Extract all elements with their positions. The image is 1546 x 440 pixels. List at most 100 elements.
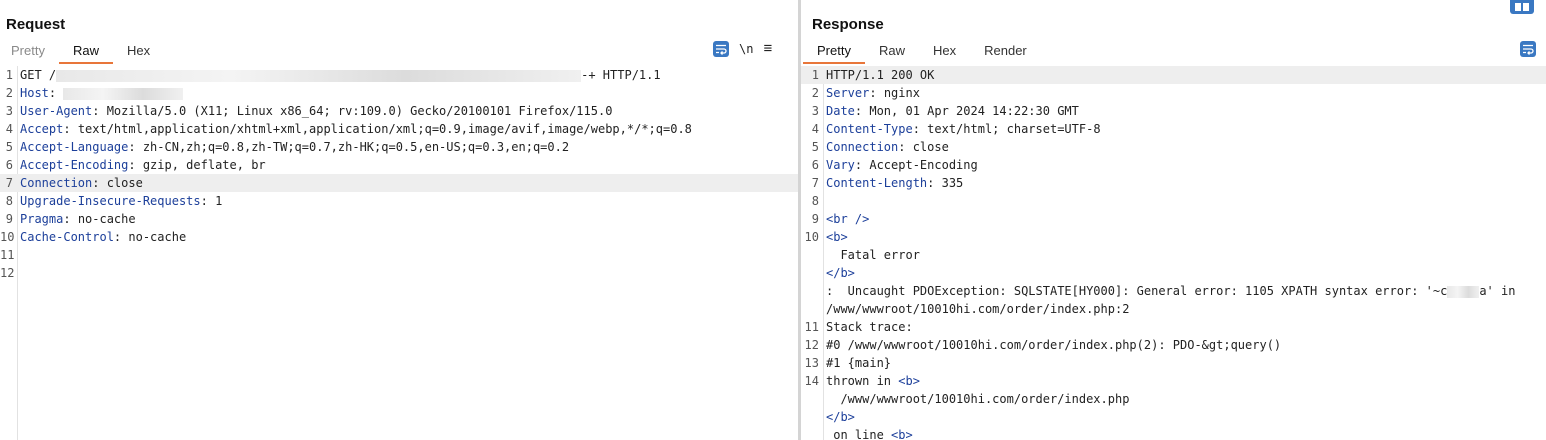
line-content: <br /> bbox=[826, 210, 869, 228]
response-editor[interactable]: 1 HTTP/1.1 200 OK 2 Server: nginx 3 Date: Mon… bbox=[801, 66, 1546, 440]
header-name: Cache-Control bbox=[20, 230, 114, 244]
line-suffix: a' in bbox=[1479, 284, 1516, 298]
redacted-region bbox=[1447, 285, 1480, 298]
response-tabs: Pretty Raw Hex Render bbox=[803, 40, 1041, 64]
code-line: : Uncaught PDOException: SQLSTATE[HY000]… bbox=[801, 282, 1546, 300]
code-line: 9 Pragma: no-cache bbox=[0, 210, 798, 228]
line-number: 7 bbox=[5, 176, 13, 190]
header-value: HTTP/1.1 200 OK bbox=[826, 68, 935, 82]
header-value: : Uncaught PDOException: SQLSTATE[HY000]… bbox=[826, 284, 1448, 298]
code-line: 11 bbox=[0, 246, 798, 264]
header-separator: : bbox=[912, 122, 928, 136]
code-line: 14 thrown in <b> bbox=[801, 372, 1546, 390]
response-pane: Response Pretty Raw Hex Render 1 HTTP/1.1… bbox=[801, 0, 1546, 440]
code-line: 1 HTTP/1.1 200 OK bbox=[801, 66, 1546, 84]
layout-toggle-icon[interactable] bbox=[1510, 0, 1534, 14]
tab-response-pretty[interactable]: Pretty bbox=[803, 40, 865, 64]
header-value: GET / bbox=[20, 68, 57, 82]
header-value: Stack trace: bbox=[826, 320, 913, 334]
html-tag: </b> bbox=[826, 410, 855, 424]
header-name: Server bbox=[826, 86, 870, 100]
request-toolbar: \n ≡ bbox=[713, 41, 772, 57]
line-number: 13 bbox=[804, 356, 819, 370]
hamburger-menu-icon[interactable]: ≡ bbox=[763, 41, 772, 57]
line-number: 10 bbox=[0, 230, 15, 244]
header-separator: : bbox=[48, 86, 64, 100]
code-line: /www/wwwroot/10010hi.com/order/index.php bbox=[801, 390, 1546, 408]
header-separator: : bbox=[113, 230, 129, 244]
line-content: thrown in <b> bbox=[826, 372, 920, 390]
code-line: 10 <b> bbox=[801, 228, 1546, 246]
header-value: Mon, 01 Apr 2024 14:22:30 GMT bbox=[869, 104, 1079, 118]
request-pane: Request Pretty Raw Hex \n ≡ 1 GET / -+ HTT… bbox=[0, 0, 798, 440]
line-number: 11 bbox=[804, 320, 819, 334]
tab-response-render[interactable]: Render bbox=[970, 40, 1041, 62]
line-content: Cache-Control: no-cache bbox=[20, 228, 186, 246]
response-title: Response bbox=[812, 16, 884, 33]
line-content: Accept: text/html,application/xhtml+xml,… bbox=[20, 120, 692, 138]
request-title: Request bbox=[6, 16, 66, 33]
tab-request-raw[interactable]: Raw bbox=[58, 40, 113, 64]
request-tabs: Pretty Raw Hex bbox=[0, 40, 164, 64]
line-number: 14 bbox=[804, 374, 819, 388]
header-separator: : bbox=[128, 140, 143, 154]
line-content: <b> bbox=[826, 228, 848, 246]
line-number: 2 bbox=[5, 86, 13, 100]
html-tag: </b> bbox=[826, 266, 855, 280]
line-content: Connection: close bbox=[826, 138, 949, 156]
header-separator: : bbox=[854, 104, 870, 118]
html-tag: <br /> bbox=[826, 212, 870, 226]
line-content: Accept-Language: zh-CN,zh;q=0.8,zh-TW;q=… bbox=[20, 138, 569, 156]
header-separator: : bbox=[92, 176, 107, 190]
code-line: </b> bbox=[801, 264, 1546, 282]
tab-response-raw[interactable]: Raw bbox=[865, 40, 919, 62]
request-editor[interactable]: 1 GET / -+ HTTP/1.1 2 Host: 3 User-Agent: Moz… bbox=[0, 66, 798, 440]
line-content: #1 {main} bbox=[826, 354, 891, 372]
tab-request-hex[interactable]: Hex bbox=[113, 40, 164, 62]
line-content: #0 /www/wwwroot/10010hi.com/order/index.… bbox=[826, 336, 1281, 354]
line-content: User-Agent: Mozilla/5.0 (X11; Linux x86_… bbox=[20, 102, 612, 120]
word-wrap-icon[interactable] bbox=[1520, 41, 1536, 57]
header-value: text/html; charset=UTF-8 bbox=[927, 122, 1101, 136]
line-content: Host: bbox=[20, 84, 184, 102]
header-value: no-cache bbox=[128, 230, 187, 244]
line-number: 4 bbox=[811, 122, 819, 136]
response-toolbar bbox=[1520, 41, 1536, 57]
code-line: 7 Connection: close bbox=[0, 174, 798, 192]
code-line: 1 GET / -+ HTTP/1.1 bbox=[0, 66, 798, 84]
line-content: Fatal error bbox=[826, 246, 919, 264]
code-line: 7 Content-Length: 335 bbox=[801, 174, 1546, 192]
line-content: /www/wwwroot/10010hi.com/order/index.php bbox=[826, 390, 1129, 408]
header-name: Host bbox=[20, 86, 49, 100]
header-separator: : bbox=[200, 194, 216, 208]
header-separator: : bbox=[898, 140, 913, 154]
header-separator: : bbox=[869, 86, 884, 100]
show-newlines-button[interactable]: \n bbox=[739, 42, 753, 56]
header-name: Connection bbox=[826, 140, 899, 154]
line-number: 9 bbox=[5, 212, 13, 226]
header-separator: : bbox=[63, 212, 78, 226]
line-number: 12 bbox=[804, 338, 819, 352]
html-tag: <b> bbox=[891, 428, 913, 440]
line-number: 2 bbox=[811, 86, 819, 100]
line-content: Content-Length: 335 bbox=[826, 174, 963, 192]
code-line: 6 Accept-Encoding: gzip, deflate, br bbox=[0, 156, 798, 174]
line-number: 5 bbox=[811, 140, 819, 154]
code-line: 5 Connection: close bbox=[801, 138, 1546, 156]
code-line: 4 Accept: text/html,application/xhtml+xml… bbox=[0, 120, 798, 138]
line-content: Date: Mon, 01 Apr 2024 14:22:30 GMT bbox=[826, 102, 1079, 120]
line-number: 3 bbox=[811, 104, 819, 118]
header-value: Accept-Encoding bbox=[869, 158, 978, 172]
code-line: 8 bbox=[801, 192, 1546, 210]
line-content: /www/wwwroot/10010hi.com/order/index.php… bbox=[826, 300, 1129, 318]
line-number: 12 bbox=[0, 266, 15, 280]
tab-request-pretty[interactable]: Pretty bbox=[0, 40, 59, 62]
line-number: 7 bbox=[811, 176, 819, 190]
code-line: 8 Upgrade-Insecure-Requests: 1 bbox=[0, 192, 798, 210]
code-line: 13 #1 {main} bbox=[801, 354, 1546, 372]
code-line: 6 Vary: Accept-Encoding bbox=[801, 156, 1546, 174]
tab-response-hex[interactable]: Hex bbox=[919, 40, 970, 62]
line-content: Pragma: no-cache bbox=[20, 210, 136, 228]
line-content: </b> bbox=[826, 264, 855, 282]
word-wrap-icon[interactable] bbox=[713, 41, 729, 57]
